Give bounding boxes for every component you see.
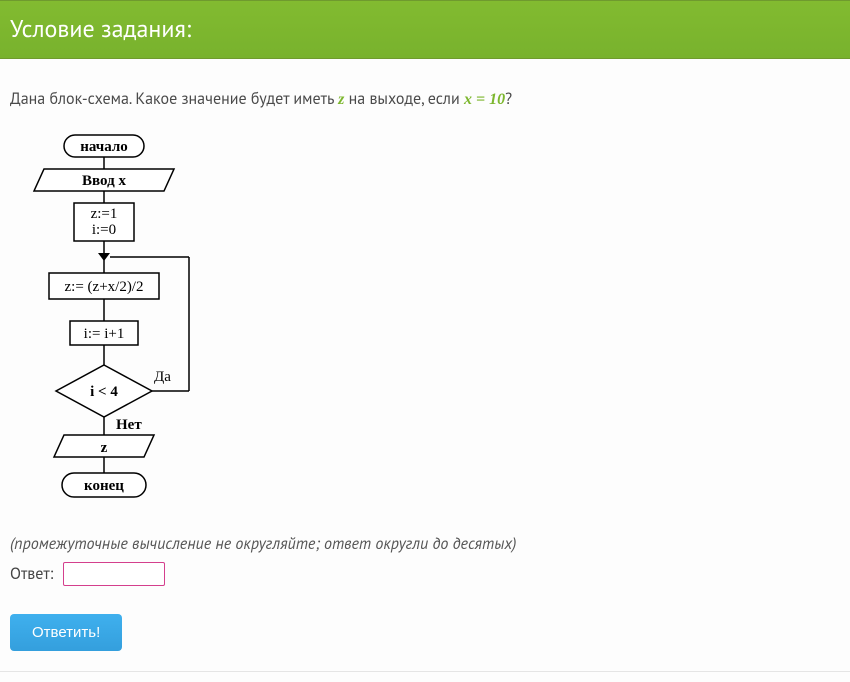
task-content: Дана блок-схема. Какое значение будет им… bbox=[0, 59, 850, 651]
flow-output: z bbox=[101, 440, 108, 456]
flow-yes: Да bbox=[154, 369, 171, 385]
prompt-text-3: ? bbox=[505, 89, 512, 109]
answer-input[interactable] bbox=[63, 562, 165, 586]
flow-start: начало bbox=[80, 139, 128, 155]
prompt-equation: x = 10 bbox=[464, 91, 505, 108]
flow-no: Нет bbox=[116, 417, 142, 433]
prompt-text-2: на выходе, если bbox=[344, 89, 464, 109]
flowchart-image: начало Ввод x z:=1 i:=0 z:= (z+x/2)/2 bbox=[24, 133, 840, 516]
submit-button[interactable]: Ответить! bbox=[10, 614, 122, 651]
task-page: Условие задания: Дана блок-схема. Какое … bbox=[0, 0, 850, 672]
answer-row: Ответ: bbox=[10, 562, 840, 586]
flow-input: Ввод x bbox=[82, 173, 126, 189]
task-header-title: Условие задания: bbox=[10, 13, 191, 44]
submit-button-label: Ответить! bbox=[32, 624, 100, 641]
answer-label: Ответ: bbox=[10, 564, 53, 584]
prompt-text-1: Дана блок-схема. Какое значение будет им… bbox=[10, 89, 338, 109]
flow-cond: i < 4 bbox=[90, 384, 118, 400]
flow-end: конец bbox=[84, 478, 124, 494]
task-header: Условие задания: bbox=[0, 1, 850, 59]
task-hint: (промежуточные вычисление не округляйте;… bbox=[10, 534, 840, 554]
flow-step-i: i:= i+1 bbox=[84, 326, 125, 342]
flow-step-z: z:= (z+x/2)/2 bbox=[65, 279, 144, 295]
flow-init-z: z:=1 bbox=[91, 206, 118, 222]
flow-init-i: i:=0 bbox=[92, 222, 116, 238]
task-prompt: Дана блок-схема. Какое значение будет им… bbox=[10, 89, 840, 111]
